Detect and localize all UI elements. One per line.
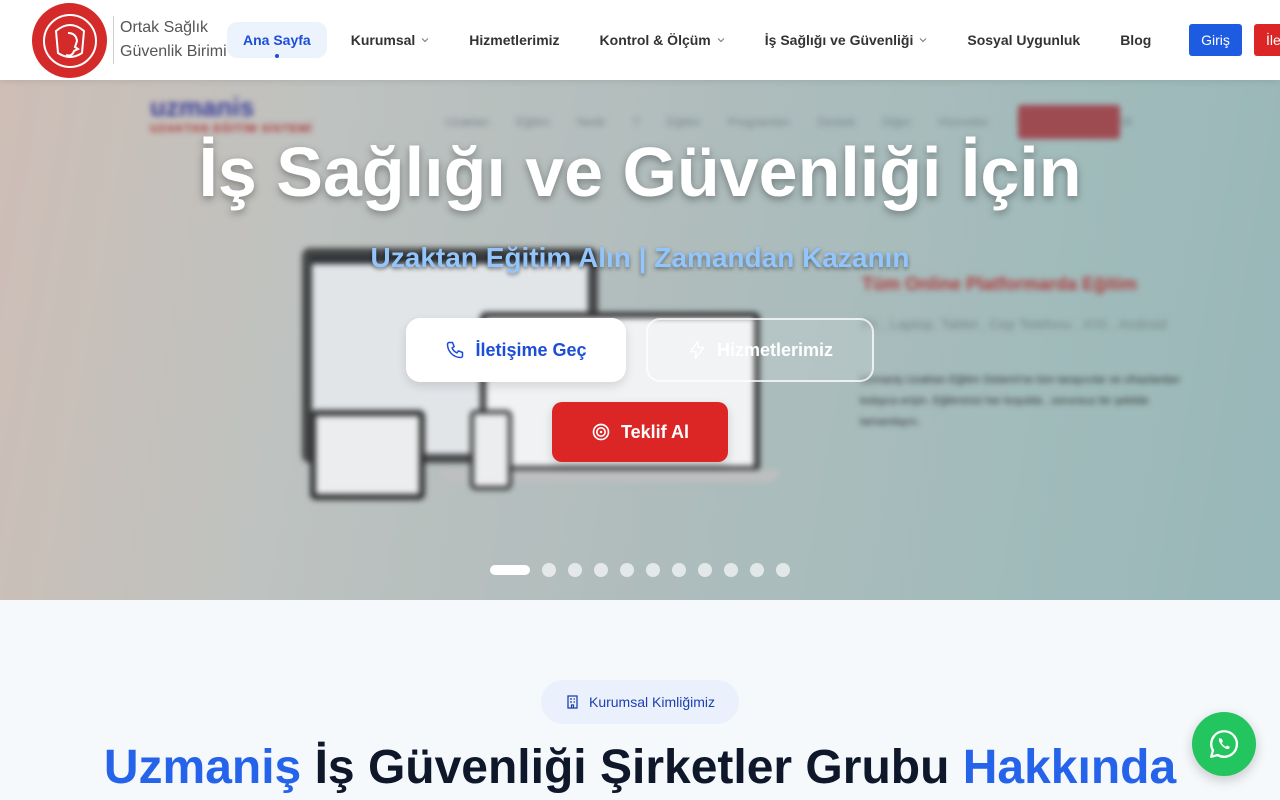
nav-label: İş Sağlığı ve Güvenliği <box>764 32 914 48</box>
hero-title: İş Sağlığı ve Güvenliği İçin <box>198 133 1082 211</box>
slider-dot[interactable] <box>568 563 582 577</box>
chevron-down-icon <box>421 38 429 43</box>
title-main: İş Güvenliği Şirketler Grubu <box>301 741 963 794</box>
whatsapp-button[interactable] <box>1192 712 1256 776</box>
slider-dot[interactable] <box>724 563 738 577</box>
get-offer-button[interactable]: Teklif Al <box>552 402 728 462</box>
slider-dot[interactable] <box>646 563 660 577</box>
building-icon <box>565 694 581 710</box>
slider-dot[interactable] <box>594 563 608 577</box>
target-icon <box>591 422 611 442</box>
logo[interactable] <box>32 3 107 78</box>
contact-button[interactable]: İletişim <box>1254 24 1280 56</box>
brand-name[interactable]: Ortak Sağlık Güvenlik Birimi <box>120 16 227 64</box>
nav-item-services[interactable]: Hizmetlerimiz <box>469 22 559 58</box>
chevron-down-icon <box>920 38 927 43</box>
slider-dot[interactable] <box>698 563 712 577</box>
about-title: Uzmaniş İş Güvenliği Şirketler Grubu Hak… <box>0 740 1280 795</box>
chevron-down-icon <box>717 38 725 43</box>
nav-item-social-compliance[interactable]: Sosyal Uygunluk <box>967 22 1080 58</box>
hero-subtitle: Uzaktan Eğitim Alın | Zamandan Kazanın <box>370 242 910 273</box>
slider-dot[interactable] <box>542 563 556 577</box>
whatsapp-icon <box>1210 730 1239 758</box>
nav-item-home[interactable]: Ana Sayfa <box>227 22 327 58</box>
nav-label: Blog <box>1120 32 1152 48</box>
logo-divider <box>113 16 114 64</box>
slider-pagination <box>490 563 802 577</box>
slider-dot[interactable] <box>490 565 530 575</box>
nav-item-blog[interactable]: Blog <box>1120 22 1151 58</box>
about-section: Kurumsal Kimliğimiz Uzmaniş İş Güvenliği… <box>0 600 1280 800</box>
title-highlight-about: Hakkında <box>962 741 1177 794</box>
services-button[interactable]: Hizmetlerimiz <box>646 318 874 382</box>
nav-item-ohs[interactable]: İş Sağlığı ve Güvenliği <box>765 22 928 58</box>
login-button[interactable]: Giriş <box>1189 24 1242 56</box>
brand-line-2: Güvenlik Birimi <box>120 43 227 60</box>
face-shield-icon <box>42 13 97 68</box>
nav-item-control-measurement[interactable]: Kontrol & Ölçüm <box>600 22 725 58</box>
section-badge: Kurumsal Kimliğimiz <box>541 680 739 724</box>
site-header: Ortak Sağlık Güvenlik Birimi Ana Sayfa K… <box>0 0 1280 80</box>
call-button-label: İletişime Geç <box>475 339 587 360</box>
hero-slider: uzmanis UZAKTAN EĞİTİM SİSTEMİ Uzaktan E… <box>0 80 1280 600</box>
brand-line-1: Ortak Sağlık <box>120 19 209 36</box>
get-offer-label: Teklif Al <box>620 421 689 442</box>
lightning-icon <box>687 340 707 360</box>
nav-label: Kurumsal <box>350 32 416 48</box>
title-highlight-brand: Uzmaniş <box>103 741 302 794</box>
nav-label: Kontrol & Ölçüm <box>599 32 711 48</box>
section-badge-label: Kurumsal Kimliğimiz <box>588 694 716 710</box>
nav-label: Ana Sayfa <box>243 32 311 48</box>
slider-dot[interactable] <box>620 563 634 577</box>
nav-item-corporate[interactable]: Kurumsal <box>351 22 430 58</box>
slider-dot[interactable] <box>672 563 686 577</box>
call-button[interactable]: İletişime Geç <box>406 318 626 382</box>
nav-label: Hizmetlerimiz <box>469 32 560 48</box>
slider-dot[interactable] <box>776 563 790 577</box>
slider-dot[interactable] <box>750 563 764 577</box>
services-button-label: Hizmetlerimiz <box>716 339 834 360</box>
main-nav: Ana Sayfa Kurumsal Hizmetlerimiz Kontrol… <box>227 22 1151 58</box>
phone-icon <box>445 340 465 360</box>
nav-label: Sosyal Uygunluk <box>967 32 1081 48</box>
